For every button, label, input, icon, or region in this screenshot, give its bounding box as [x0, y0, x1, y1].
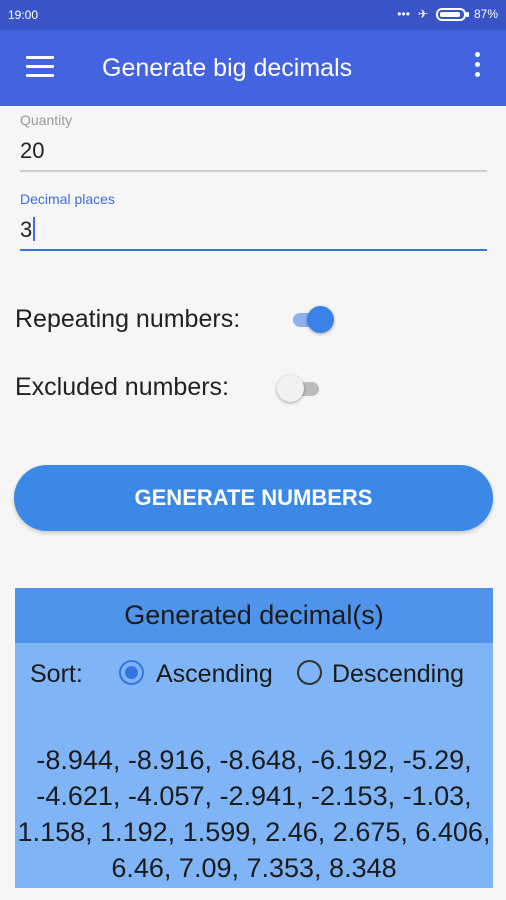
quantity-field[interactable]: Quantity 20 [20, 112, 487, 172]
quantity-underline [20, 170, 487, 172]
more-options-icon[interactable] [472, 52, 482, 82]
decimal-places-input[interactable]: 3 [20, 217, 487, 249]
app-bar: Generate big decimals [0, 30, 506, 106]
sort-ascending-label[interactable]: Ascending [156, 660, 273, 689]
generated-numbers: -8.944, -8.916, -8.648, -6.192, -5.29, -… [17, 745, 491, 883]
status-bar: 19:00 ••• ✈ 87% [0, 0, 506, 30]
sort-label: Sort: [30, 660, 83, 688]
generate-numbers-button[interactable]: GENERATE NUMBERS [14, 465, 493, 531]
battery-icon [435, 7, 469, 21]
repeating-numbers-label: Repeating numbers: [15, 305, 241, 333]
repeating-numbers-toggle[interactable] [287, 304, 335, 334]
decimal-places-label: Decimal places [20, 191, 115, 207]
toggle-thumb [277, 375, 304, 402]
sort-descending-label[interactable]: Descending [332, 660, 464, 689]
dots-icon: ••• [397, 7, 410, 21]
text-cursor [33, 217, 36, 241]
airplane-icon: ✈ [417, 7, 428, 21]
toggle-thumb [307, 306, 334, 333]
status-time: 19:00 [8, 8, 39, 22]
excluded-numbers-label: Excluded numbers: [15, 373, 230, 401]
sort-ascending-radio[interactable] [119, 660, 144, 685]
battery-percent: 87% [473, 7, 498, 21]
decimal-places-field[interactable]: Decimal places 3 [20, 191, 487, 251]
decimal-places-underline [20, 249, 487, 251]
decimal-places-value: 3 [20, 217, 33, 242]
page-title: Generate big decimals [102, 54, 353, 82]
result-panel: Generated decimal(s) Sort: Ascending Des… [15, 588, 493, 888]
status-icons: ••• ✈ 87% [397, 7, 498, 21]
menu-icon[interactable] [26, 56, 54, 78]
quantity-input[interactable]: 20 [20, 138, 487, 170]
quantity-label: Quantity [20, 112, 73, 128]
sort-descending-radio[interactable] [297, 660, 322, 685]
result-title: Generated decimal(s) [15, 588, 493, 643]
excluded-numbers-toggle[interactable] [277, 373, 325, 403]
